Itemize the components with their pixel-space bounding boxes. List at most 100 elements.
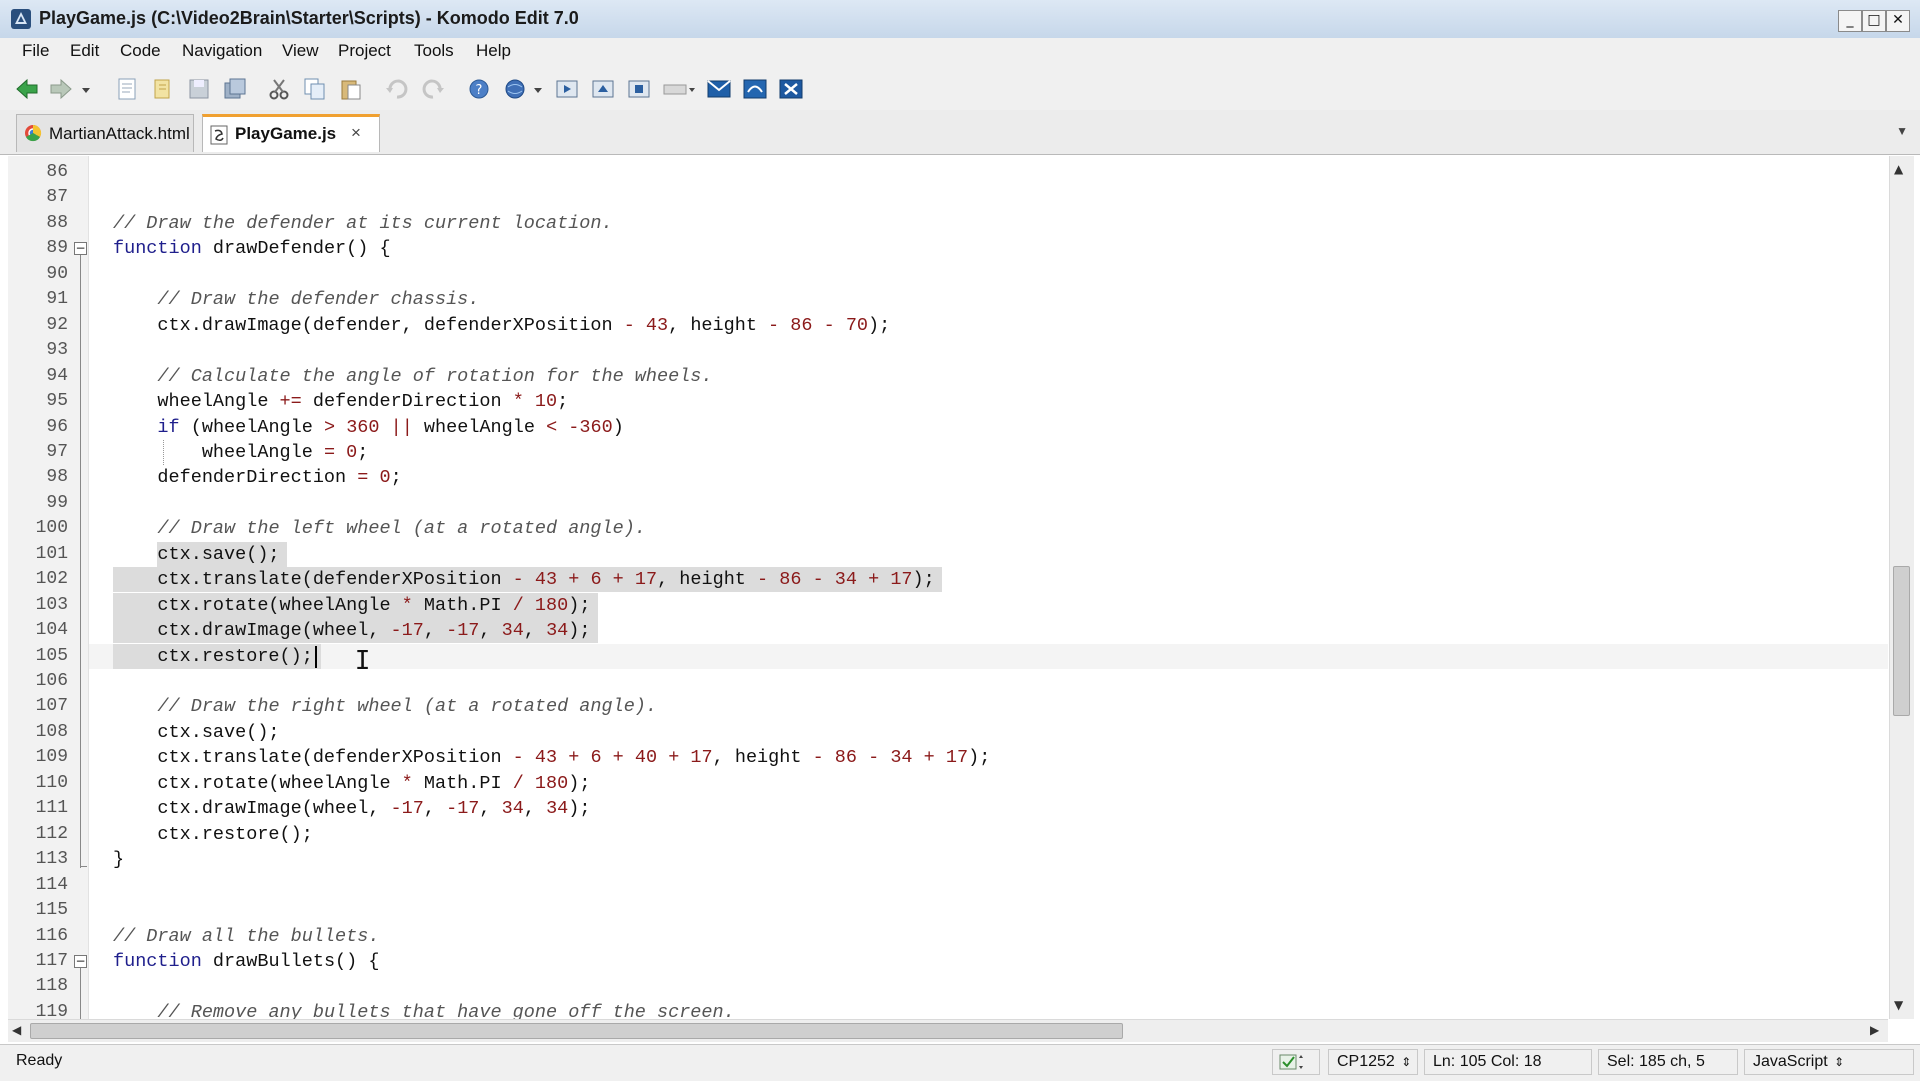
code-line[interactable]: function drawBullets() { <box>113 949 379 974</box>
code-line[interactable]: // Remove any bullets that have gone off… <box>113 1000 734 1019</box>
horizontal-scrollbar[interactable]: ◀ ▶ <box>8 1019 1888 1042</box>
save-icon[interactable] <box>186 76 212 102</box>
line-number: 110 <box>35 772 68 793</box>
scroll-right-icon[interactable]: ▶ <box>1870 1023 1879 1037</box>
record-macro-icon[interactable] <box>590 76 616 102</box>
preview-dropdown-icon[interactable] <box>532 76 544 102</box>
menu-view[interactable]: View <box>282 41 319 61</box>
line-number: 86 <box>46 162 68 182</box>
encoding-label: CP1252 <box>1337 1053 1395 1070</box>
tab-label: PlayGame.js <box>235 124 337 143</box>
menu-file[interactable]: File <box>22 41 49 61</box>
fold-toggle-icon[interactable]: − <box>74 954 87 968</box>
save-all-icon[interactable] <box>222 76 248 102</box>
cursor-position: Ln: 105 Col: 18 <box>1424 1049 1592 1075</box>
code-line[interactable]: // Draw the right wheel (at a rotated an… <box>113 694 657 719</box>
code-line[interactable]: ctx.drawImage(wheel, -17, -17, 34, 34); <box>113 618 590 643</box>
browser-preview-icon[interactable] <box>502 76 528 102</box>
code-line[interactable]: ctx.drawImage(defender, defenderXPositio… <box>113 313 890 338</box>
fold-range-line <box>80 255 81 869</box>
code-line[interactable]: ctx.restore(); <box>113 644 312 669</box>
forward-icon[interactable] <box>48 76 74 102</box>
minimize-button[interactable]: _ <box>1838 10 1862 32</box>
code-line[interactable]: ctx.save(); <box>113 720 279 745</box>
toolbox-icon[interactable] <box>662 76 696 102</box>
line-number: 93 <box>46 340 68 361</box>
code-line[interactable]: wheelAngle += defenderDirection * 10; <box>113 389 568 414</box>
code-line[interactable]: defenderDirection = 0; <box>113 465 401 490</box>
copy-icon[interactable] <box>302 76 328 102</box>
back-icon[interactable] <box>14 76 40 102</box>
fold-range-line <box>80 967 81 1025</box>
scroll-up-icon[interactable]: ▲ <box>1894 162 1903 176</box>
language-label: JavaScript <box>1753 1053 1828 1070</box>
syntax-check-icon[interactable] <box>1272 1049 1320 1075</box>
close-window-button[interactable]: ✕ <box>1886 10 1910 32</box>
line-number: 106 <box>35 671 68 691</box>
code-line[interactable]: ctx.rotate(wheelAngle * Math.PI / 180); <box>113 593 590 618</box>
line-number: 100 <box>35 518 68 539</box>
line-number: 92 <box>46 314 68 335</box>
open-folder-icon[interactable] <box>150 76 176 102</box>
language-selector[interactable]: JavaScript ⇕ <box>1744 1049 1914 1075</box>
tab-close-icon[interactable]: × <box>351 123 361 143</box>
tab-playgame-js[interactable]: PlayGame.js × <box>202 114 380 152</box>
fold-toggle-icon[interactable]: − <box>74 242 87 256</box>
code-line[interactable]: ctx.save(); <box>113 542 279 567</box>
tab-martianattack-html[interactable]: MartianAttack.html <box>16 114 194 152</box>
line-number-gutter: 86 87 88 89 90 91 92 93 94 95 96 97 98 99 100 101 102 103… <box>8 156 89 1025</box>
code-line[interactable]: // Draw the defender at its current loca… <box>113 211 613 236</box>
line-number: 103 <box>35 594 68 615</box>
menu-help[interactable]: Help <box>476 41 511 61</box>
undo-icon[interactable] <box>384 76 410 102</box>
scroll-down-icon[interactable]: ▼ <box>1894 998 1903 1012</box>
paste-icon[interactable] <box>338 76 364 102</box>
code-line[interactable]: ctx.translate(defenderXPosition - 43 + 6… <box>113 745 990 770</box>
vertical-scrollbar[interactable]: ▲ ▼ <box>1889 156 1914 1019</box>
code-line[interactable]: ctx.restore(); <box>113 822 312 847</box>
redo-icon[interactable] <box>420 76 446 102</box>
menu-navigation[interactable]: Navigation <box>182 41 262 61</box>
help-icon[interactable]: ? <box>466 76 492 102</box>
run-macro-icon[interactable] <box>554 76 580 102</box>
code-line[interactable]: ctx.translate(defenderXPosition - 43 + 6… <box>113 567 934 592</box>
cut-icon[interactable] <box>266 76 292 102</box>
scc-icon[interactable] <box>778 76 804 102</box>
line-number: 107 <box>35 696 68 717</box>
code-line[interactable]: wheelAngle = 0; <box>113 440 369 465</box>
stop-macro-icon[interactable] <box>626 76 652 102</box>
code-line[interactable]: } <box>113 847 124 872</box>
code-line[interactable]: // Draw all the bullets. <box>113 924 379 949</box>
remote-icon[interactable] <box>742 76 768 102</box>
encoding-selector[interactable]: CP1252 ⇕ <box>1328 1049 1418 1075</box>
maximize-button[interactable]: □ <box>1862 10 1886 32</box>
code-line[interactable]: // Draw the defender chassis. <box>113 287 479 312</box>
horizontal-scroll-thumb[interactable] <box>30 1023 1123 1039</box>
editor-tab-bar: MartianAttack.html PlayGame.js × ▼ <box>0 110 1920 155</box>
menu-project[interactable]: Project <box>338 41 391 61</box>
code-line[interactable]: ctx.drawImage(wheel, -17, -17, 34, 34); <box>113 796 590 821</box>
menu-code[interactable]: Code <box>120 41 161 61</box>
svg-text:?: ? <box>476 83 483 98</box>
code-line[interactable]: function drawDefender() { <box>113 236 391 261</box>
scroll-left-icon[interactable]: ◀ <box>12 1023 21 1037</box>
line-number: 87 <box>46 187 68 208</box>
code-line[interactable]: ctx.rotate(wheelAngle * Math.PI / 180); <box>113 771 590 796</box>
menu-bar: File Edit Code Navigation View Project T… <box>0 38 1920 68</box>
komodo-app-icon[interactable] <box>10 8 32 30</box>
line-number: 90 <box>46 263 68 284</box>
menu-edit[interactable]: Edit <box>70 41 99 61</box>
code-editor[interactable]: // Draw the defender at its current loca… <box>89 156 1888 1019</box>
menu-tools[interactable]: Tools <box>414 41 454 61</box>
code-line[interactable]: // Calculate the angle of rotation for t… <box>113 364 712 389</box>
line-number: 91 <box>46 289 68 310</box>
code-line[interactable]: // Draw the left wheel (at a rotated ang… <box>113 516 645 541</box>
mail-icon[interactable] <box>706 76 732 102</box>
line-number: 94 <box>46 365 68 386</box>
line-number: 102 <box>35 569 68 590</box>
vertical-scroll-thumb[interactable] <box>1893 566 1910 716</box>
tab-list-dropdown-icon[interactable]: ▼ <box>1896 124 1908 138</box>
new-file-icon[interactable] <box>114 76 140 102</box>
code-line[interactable]: if (wheelAngle > 360 || wheelAngle < -36… <box>113 415 623 440</box>
history-dropdown-icon[interactable] <box>80 76 92 102</box>
